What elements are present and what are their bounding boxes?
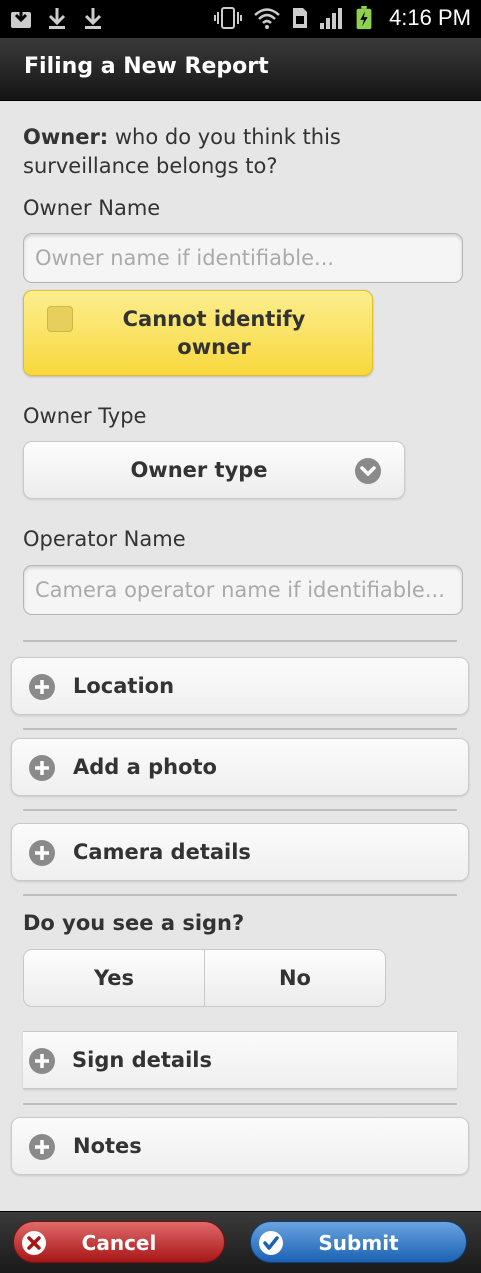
owner-heading: Owner: who do you think this surveillanc… bbox=[23, 123, 443, 181]
chevron-down-icon bbox=[355, 458, 381, 484]
download-icon bbox=[84, 8, 102, 29]
location-section[interactable]: Location bbox=[11, 657, 469, 715]
sign-details-section[interactable]: Sign details bbox=[23, 1031, 457, 1089]
camera-details-label: Camera details bbox=[73, 840, 251, 864]
divider bbox=[23, 809, 457, 811]
location-label: Location bbox=[73, 674, 175, 698]
owner-name-label: Owner Name bbox=[23, 196, 161, 220]
title-bar: Filing a New Report bbox=[0, 38, 481, 101]
plus-icon bbox=[29, 674, 55, 700]
vibrate-icon bbox=[214, 7, 243, 29]
cancel-button[interactable]: Cancel bbox=[13, 1221, 225, 1263]
cannot-identify-checkbox[interactable] bbox=[47, 306, 73, 332]
download-tray-icon bbox=[11, 9, 31, 28]
sign-question-label: Do you see a sign? bbox=[23, 911, 245, 935]
status-time: 4:16 PM bbox=[389, 5, 471, 30]
owner-heading-bold: Owner: bbox=[23, 125, 109, 149]
sim-icon bbox=[293, 8, 308, 28]
owner-type-label: Owner Type bbox=[23, 404, 147, 428]
plus-icon bbox=[29, 1048, 55, 1074]
sign-yes-button[interactable]: Yes bbox=[24, 950, 204, 1006]
add-photo-label: Add a photo bbox=[73, 755, 217, 779]
cannot-identify-label: Cannot identify owner bbox=[122, 307, 306, 359]
download-icon bbox=[48, 8, 66, 29]
divider bbox=[23, 1103, 457, 1105]
battery-charging-icon bbox=[356, 6, 372, 30]
signal-icon bbox=[320, 8, 343, 29]
sign-details-label: Sign details bbox=[72, 1048, 212, 1072]
plus-icon bbox=[29, 1134, 55, 1160]
operator-name-input[interactable] bbox=[23, 565, 463, 615]
notes-section[interactable]: Notes bbox=[11, 1117, 469, 1175]
report-form: Owner: who do you think this surveillanc… bbox=[0, 101, 481, 1211]
divider bbox=[23, 728, 457, 730]
plus-icon bbox=[29, 840, 55, 866]
sign-yes-no-control: Yes No bbox=[23, 949, 386, 1007]
status-bar: 4:16 PM bbox=[0, 0, 481, 38]
cannot-identify-owner-toggle[interactable]: Cannot identify owner bbox=[23, 290, 373, 376]
cancel-label: Cancel bbox=[81, 1231, 157, 1255]
owner-name-input[interactable] bbox=[23, 233, 463, 283]
add-photo-section[interactable]: Add a photo bbox=[11, 738, 469, 796]
footer-bar: Cancel Submit bbox=[0, 1211, 481, 1273]
submit-button[interactable]: Submit bbox=[250, 1221, 467, 1263]
submit-label: Submit bbox=[318, 1231, 399, 1255]
divider bbox=[23, 640, 457, 642]
divider bbox=[23, 894, 457, 896]
owner-type-select[interactable]: Owner type bbox=[23, 441, 405, 499]
wifi-icon bbox=[254, 8, 280, 29]
page-title: Filing a New Report bbox=[24, 54, 269, 79]
notes-label: Notes bbox=[73, 1134, 142, 1158]
plus-icon bbox=[29, 755, 55, 781]
sign-no-button[interactable]: No bbox=[204, 950, 385, 1006]
owner-type-select-label: Owner type bbox=[130, 458, 268, 482]
camera-details-section[interactable]: Camera details bbox=[11, 823, 469, 881]
operator-name-label: Operator Name bbox=[23, 527, 186, 551]
